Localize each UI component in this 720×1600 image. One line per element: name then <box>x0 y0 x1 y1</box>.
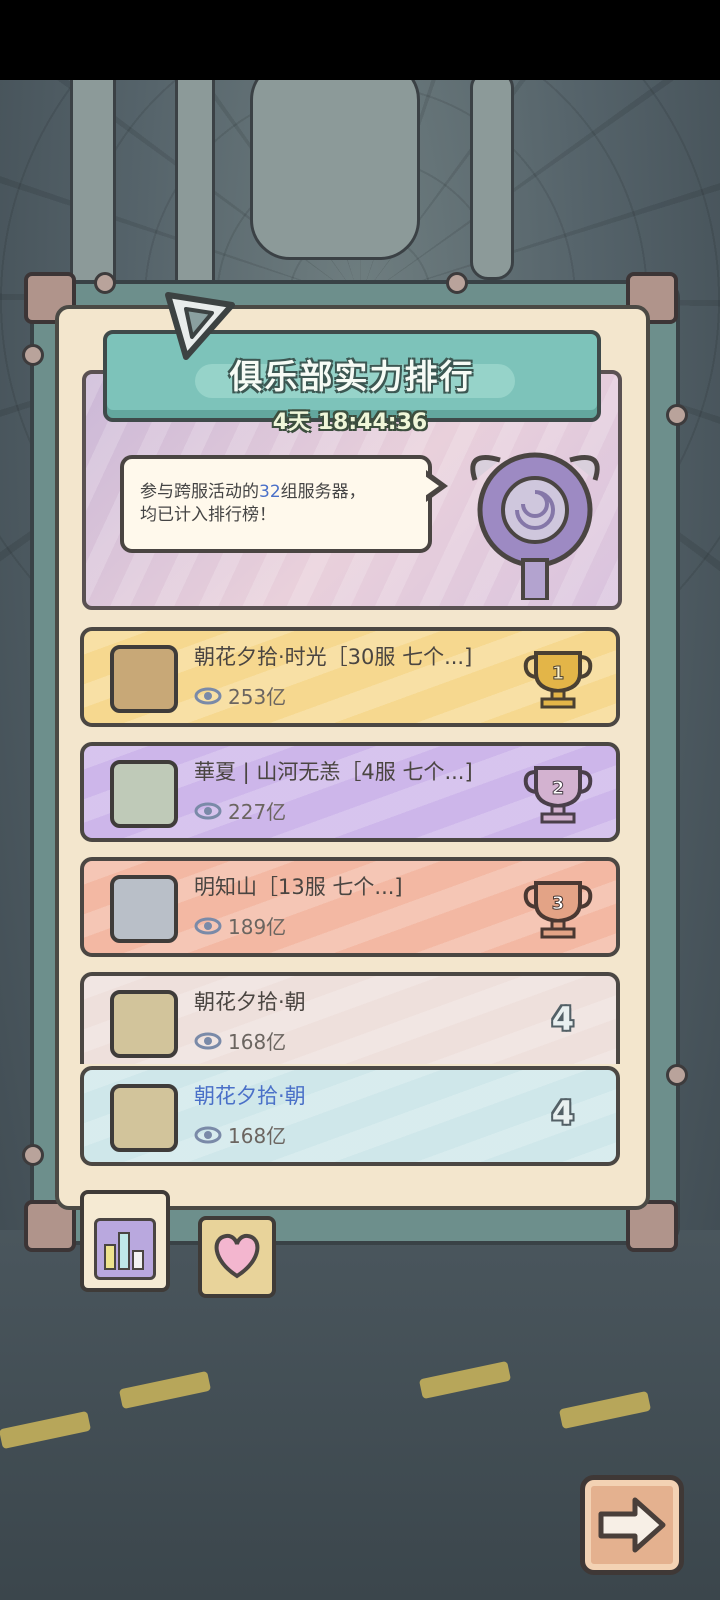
power-value: 227亿 <box>228 800 287 824</box>
svg-text:2: 2 <box>552 778 565 799</box>
server-count: 32 <box>259 482 281 502</box>
ranking-row-3[interactable]: 明知山［13服 七个...] 189亿 3 <box>80 857 620 957</box>
bolt-icon <box>22 1144 44 1166</box>
club-emblem-icon <box>110 760 178 828</box>
bubble-tail-inner <box>425 476 439 496</box>
tab-favorite[interactable] <box>198 1216 276 1298</box>
rank-number: 4 <box>551 1000 574 1038</box>
next-button[interactable] <box>580 1475 684 1575</box>
pipe-decoration <box>470 80 514 280</box>
eye-icon <box>194 802 222 819</box>
club-name: 明知山［13服 七个...] <box>194 875 403 899</box>
power-value: 168亿 <box>228 1124 287 1148</box>
power-value: 253亿 <box>228 685 287 709</box>
ranking-row-4[interactable]: 朝花夕拾·朝 168亿 4 <box>80 972 620 1064</box>
status-bar <box>0 0 720 80</box>
gold-trophy-icon: 1 <box>523 651 593 709</box>
club-power: 253亿 <box>194 681 286 710</box>
ranking-tile <box>94 1218 156 1280</box>
tab-ranking[interactable] <box>80 1190 170 1292</box>
machine-decoration <box>250 80 420 260</box>
countdown-timer: 4天 18:44:36 <box>272 410 428 435</box>
info-text-suffix: 组服务器， <box>280 482 366 502</box>
ranking-row-own[interactable]: 朝花夕拾·朝 168亿 4 <box>80 1066 620 1166</box>
bolt-icon <box>666 1064 688 1086</box>
own-club-name: 朝花夕拾·朝 <box>194 1084 306 1108</box>
bar-chart-icon <box>104 1232 144 1270</box>
eye-icon <box>194 917 222 934</box>
power-value: 168亿 <box>228 1030 287 1054</box>
eye-icon <box>194 1126 222 1143</box>
info-bubble: 参与跨服活动的32组服务器， 均已计入排行榜！ <box>120 455 432 553</box>
triangle-pin-icon <box>165 292 235 360</box>
pipe-decoration <box>175 80 215 310</box>
club-power: 168亿 <box>194 1026 286 1055</box>
silver-trophy-icon: 2 <box>523 766 593 824</box>
rank-number: 4 <box>551 1094 574 1132</box>
club-emblem-icon <box>110 990 178 1058</box>
club-name: 朝花夕拾·时光［30服 七个...] <box>194 645 473 669</box>
info-text-line2: 均已计入排行榜！ <box>140 505 276 525</box>
club-power: 189亿 <box>194 911 286 940</box>
svg-text:1: 1 <box>552 663 565 684</box>
club-power: 168亿 <box>194 1120 286 1149</box>
ranking-row-1[interactable]: 朝花夕拾·时光［30服 七个...] 253亿 1 <box>80 627 620 727</box>
bolt-icon <box>446 272 468 294</box>
club-power: 227亿 <box>194 796 286 825</box>
arrow-right-icon <box>598 1497 666 1553</box>
bolt-icon <box>94 272 116 294</box>
club-emblem-icon <box>110 1084 178 1152</box>
trophy-illustration <box>470 452 600 600</box>
club-emblem-icon <box>110 645 178 713</box>
power-value: 189亿 <box>228 915 287 939</box>
bronze-trophy-icon: 3 <box>523 881 593 939</box>
info-text-prefix: 参与跨服活动的 <box>140 482 259 502</box>
bolt-icon <box>666 404 688 426</box>
club-name: 朝花夕拾·朝 <box>194 990 306 1014</box>
club-name: 華夏 | 山河无恙［4服 七个...] <box>194 760 473 784</box>
eye-icon <box>194 1032 222 1049</box>
ranking-row-2[interactable]: 華夏 | 山河无恙［4服 七个...] 227亿 2 <box>80 742 620 842</box>
svg-text:3: 3 <box>552 893 565 914</box>
heart-icon <box>214 1233 260 1279</box>
pipe-decoration <box>70 80 116 300</box>
bolt-icon <box>22 344 44 366</box>
club-emblem-icon <box>110 875 178 943</box>
eye-icon <box>194 687 222 704</box>
